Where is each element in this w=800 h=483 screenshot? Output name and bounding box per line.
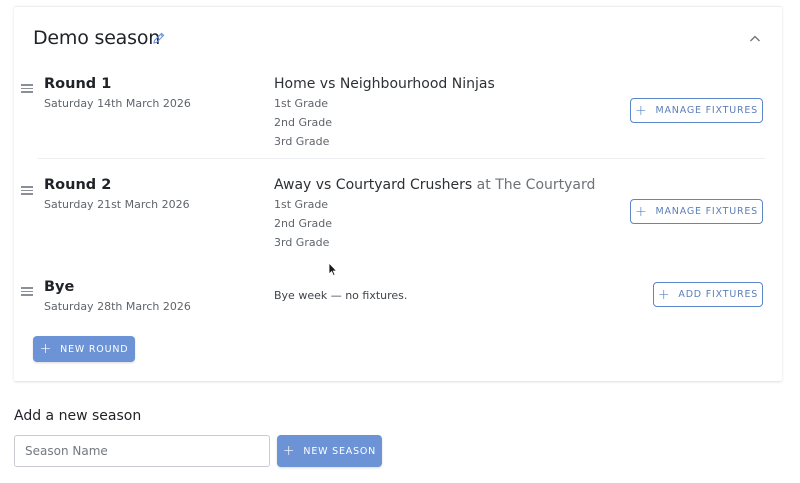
round-opponent: Away vs Courtyard Crushers at The Courty… (274, 177, 595, 193)
chevron-up-icon[interactable] (748, 32, 762, 46)
drag-handle-icon[interactable] (21, 84, 33, 93)
mouse-cursor-icon (328, 262, 338, 277)
grade-item: 2nd Grade (274, 116, 332, 129)
opponent-text: Away vs Courtyard Crushers (274, 177, 473, 193)
add-season-heading: Add a new season (14, 408, 142, 424)
round-date: Saturday 14th March 2026 (44, 97, 191, 110)
drag-handle-icon[interactable] (21, 287, 33, 296)
plus-icon: + (282, 443, 296, 459)
venue-text: at The Courtyard (472, 177, 596, 193)
opponent-text: Home vs Neighbourhood Ninjas (274, 76, 495, 92)
grade-item: 1st Grade (274, 198, 329, 211)
round-date: Saturday 21st March 2026 (44, 198, 190, 211)
season-card (14, 6, 782, 381)
grade-item: 1st Grade (274, 97, 329, 110)
grade-item: 3rd Grade (274, 135, 330, 148)
pencil-icon[interactable] (152, 31, 166, 45)
button-label: ADD FIXTURES (678, 289, 759, 300)
plus-icon: + (657, 286, 671, 303)
manage-fixtures-button[interactable]: + MANAGE FIXTURES (630, 98, 763, 123)
new-round-button[interactable]: + NEW ROUND (33, 336, 135, 362)
bye-note: Bye week — no fixtures. (274, 289, 408, 302)
round-opponent: Home vs Neighbourhood Ninjas (274, 76, 495, 92)
round-name: Round 1 (44, 76, 112, 92)
button-label: MANAGE FIXTURES (655, 206, 759, 217)
button-label: NEW SEASON (303, 445, 377, 457)
plus-icon: + (634, 203, 648, 220)
button-label: NEW ROUND (60, 343, 129, 355)
plus-icon: + (39, 341, 53, 357)
season-name-input[interactable] (14, 435, 270, 467)
grade-item: 3rd Grade (274, 236, 330, 249)
round-date: Saturday 28th March 2026 (44, 300, 191, 313)
grade-item: 2nd Grade (274, 217, 332, 230)
season-title: Demo season (33, 27, 161, 49)
manage-fixtures-button[interactable]: + MANAGE FIXTURES (630, 199, 763, 224)
drag-handle-icon[interactable] (21, 186, 33, 195)
round-name: Round 2 (44, 177, 112, 193)
round-name: Bye (44, 279, 75, 295)
round-divider (38, 158, 765, 159)
new-season-button[interactable]: + NEW SEASON (277, 435, 382, 467)
plus-icon: + (634, 102, 648, 119)
button-label: MANAGE FIXTURES (655, 105, 759, 116)
add-fixtures-button[interactable]: + ADD FIXTURES (653, 282, 763, 307)
